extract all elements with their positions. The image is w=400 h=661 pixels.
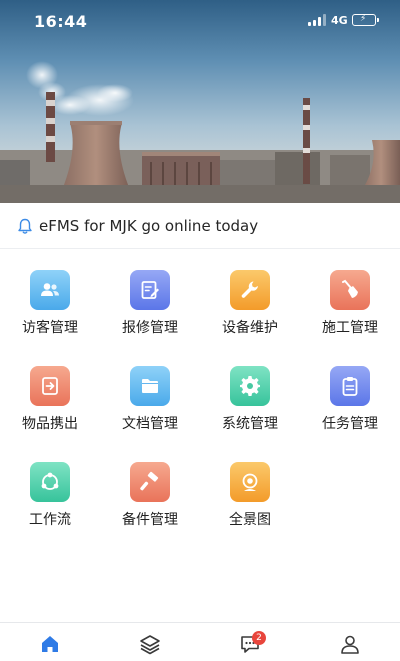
visitors-icon: [41, 283, 59, 296]
status-time: 16:44: [34, 12, 88, 31]
menu-label: 文档管理: [122, 416, 178, 432]
menu-panorama[interactable]: 全景图: [200, 442, 300, 537]
panorama-camera-icon: [242, 473, 258, 491]
menu-label: 任务管理: [322, 416, 378, 432]
network-type: 4G: [331, 14, 348, 27]
menu-label: 全景图: [229, 512, 271, 528]
message-badge: 2: [252, 631, 266, 645]
wrench-tile: [230, 270, 270, 310]
menu-spare-parts-management[interactable]: 备件管理: [100, 442, 200, 537]
workflow-tile: [30, 462, 70, 502]
menu-equipment-maintenance[interactable]: 设备维护: [200, 250, 300, 345]
clipboard-icon: [342, 377, 358, 396]
menu-construction-management[interactable]: 施工管理: [300, 250, 400, 345]
menu-system-management[interactable]: 系统管理: [200, 346, 300, 441]
tab-profile[interactable]: [300, 623, 400, 661]
menu-repair-management[interactable]: 报修管理: [100, 250, 200, 345]
shovel-tile: [330, 270, 370, 310]
menu-task-management[interactable]: 任务管理: [300, 346, 400, 441]
battery-icon: ⚡: [352, 14, 379, 26]
menu-label: 物品携出: [22, 416, 78, 432]
exit-arrow-icon: [42, 377, 58, 395]
menu-label: 报修管理: [122, 320, 178, 336]
shovel-icon: [342, 279, 358, 298]
menu-label: 访客管理: [22, 320, 78, 336]
workflow-icon: [41, 472, 59, 490]
folder-icon: [142, 379, 158, 393]
tab-layers[interactable]: [100, 623, 200, 661]
announcement-text: eFMS for MJK go online today: [39, 217, 259, 235]
home-icon: [42, 636, 58, 652]
layers-icon: [140, 635, 160, 655]
repair-form-icon: [141, 281, 159, 299]
menu-label: 系统管理: [222, 416, 278, 432]
panorama-tile: [230, 462, 270, 502]
menu-label: 设备维护: [222, 320, 278, 336]
visitors-tile: [30, 270, 70, 310]
menu-label: 工作流: [29, 512, 71, 528]
announcement-bar[interactable]: eFMS for MJK go online today: [0, 203, 400, 249]
header-banner: 16:44 4G ⚡: [0, 0, 400, 203]
gear-tile: [230, 366, 270, 406]
user-icon: [341, 635, 359, 654]
hammer-icon: [140, 471, 159, 491]
repair-tile: [130, 270, 170, 310]
menu-visitor-management[interactable]: 访客管理: [0, 250, 100, 345]
menu-workflow[interactable]: 工作流: [0, 442, 100, 537]
menu-label: 施工管理: [322, 320, 378, 336]
tab-home[interactable]: [0, 623, 100, 661]
menu-label: 备件管理: [122, 512, 178, 528]
menu-document-management[interactable]: 文档管理: [100, 346, 200, 441]
exit-tile: [30, 366, 70, 406]
folder-tile: [130, 366, 170, 406]
menu-item-checkout[interactable]: 物品携出: [0, 346, 100, 441]
tab-messages[interactable]: [200, 623, 300, 661]
wrench-icon: [241, 281, 258, 298]
clipboard-tile: [330, 366, 370, 406]
gear-icon: [240, 376, 260, 396]
signal-strength-icon: [308, 14, 326, 26]
bottom-tab-bar: 2: [0, 622, 400, 661]
hammer-tile: [130, 462, 170, 502]
status-bar: 16:44 4G ⚡: [0, 0, 400, 44]
bell-icon: [18, 218, 32, 234]
